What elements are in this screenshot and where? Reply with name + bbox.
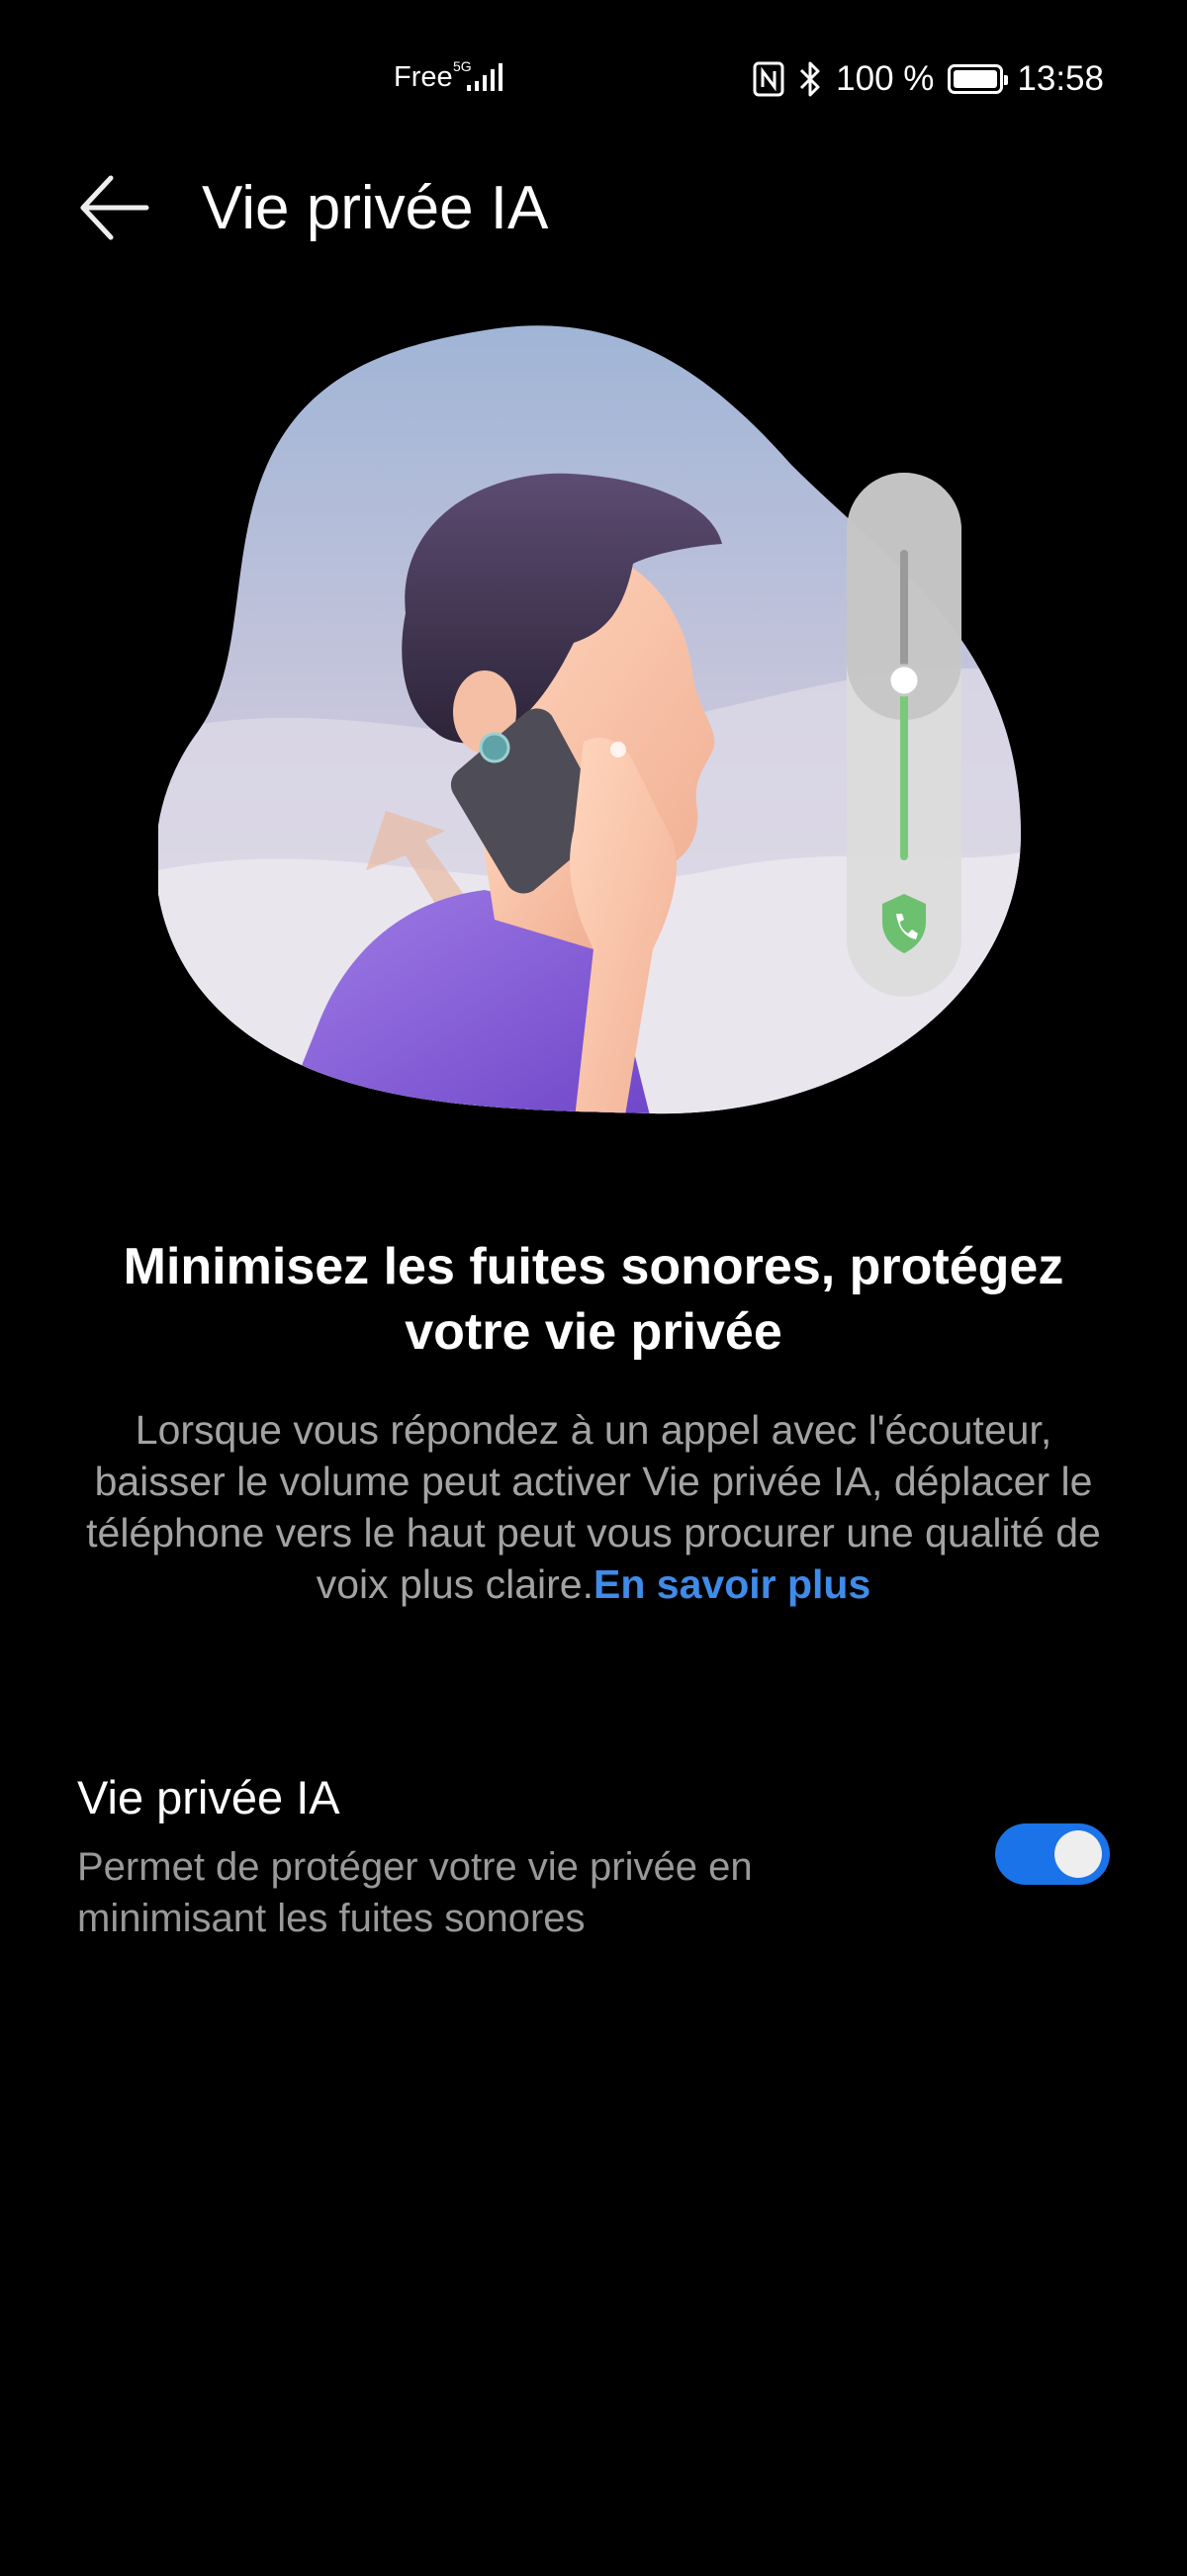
- toggle-knob: [1054, 1830, 1102, 1878]
- setting-subtitle: Permet de protéger votre vie privée en m…: [77, 1845, 753, 1940]
- clock: 13:58: [1017, 59, 1104, 98]
- signal-icon: 5G: [453, 58, 502, 91]
- status-bar: Free 5G 100 % 13:58: [0, 0, 1187, 158]
- learn-more-link[interactable]: En savoir plus: [594, 1561, 870, 1607]
- battery-icon: [948, 64, 1009, 94]
- back-button[interactable]: [77, 170, 152, 245]
- status-icons: 100 % 13:58: [753, 55, 1104, 103]
- battery-fill: [954, 70, 998, 88]
- bluetooth-icon: [800, 61, 820, 97]
- setting-title: Vie privée IA: [77, 1771, 340, 1823]
- feature-description: Lorsque vous répondez à un appel avec l'…: [79, 1404, 1108, 1610]
- volume-slider-graphic: [847, 473, 961, 997]
- nfc-icon: [753, 61, 784, 97]
- network-type: 5G: [453, 58, 472, 74]
- battery-percent: 100 %: [836, 59, 935, 98]
- page-title: Vie privée IA: [202, 174, 549, 242]
- ai-privacy-toggle[interactable]: [995, 1823, 1110, 1885]
- feature-headline: Minimisez les fuites sonores, protégez v…: [123, 1238, 1064, 1361]
- ai-privacy-setting[interactable]: Vie privée IA Permet de protéger votre v…: [77, 1770, 1110, 1958]
- arrow-left-icon: [80, 175, 149, 240]
- carrier-label: Free: [394, 61, 453, 93]
- privacy-call-illustration: [158, 325, 1022, 1114]
